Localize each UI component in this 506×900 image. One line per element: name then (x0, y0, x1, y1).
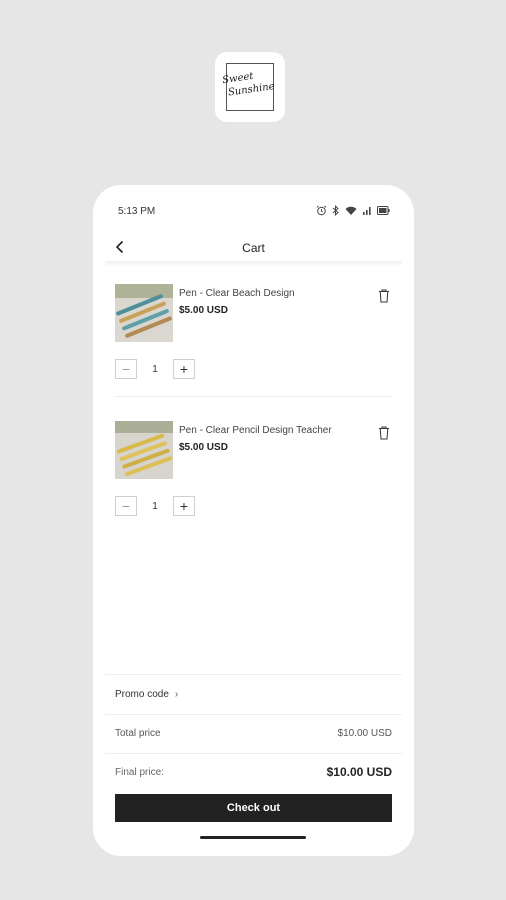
home-indicator (200, 836, 306, 839)
header-shadow (105, 261, 402, 267)
summary-divider (105, 753, 402, 754)
brand-logo: Sweet Sunshine (215, 52, 285, 122)
product-name[interactable]: Pen - Clear Pencil Design Teacher (179, 425, 332, 436)
promo-code-label: Promo code (115, 689, 169, 700)
product-image[interactable] (115, 421, 173, 479)
quantity-value: 1 (152, 500, 158, 512)
final-price-value: $10.00 USD (326, 765, 392, 779)
product-price: $5.00 USD (179, 442, 228, 453)
checkout-button[interactable]: Check out (115, 794, 392, 822)
product-image[interactable] (115, 284, 173, 342)
increase-quantity-button[interactable]: + (173, 359, 195, 379)
status-time: 5:13 PM (118, 206, 156, 217)
remove-item-button[interactable] (377, 288, 391, 304)
trash-icon (379, 289, 389, 303)
increase-quantity-button[interactable]: + (173, 496, 195, 516)
status-bar: 5:13 PM (93, 185, 414, 235)
total-price-value: $10.00 USD (337, 728, 392, 739)
wifi-icon (345, 206, 357, 216)
battery-icon (377, 206, 390, 215)
bluetooth-icon (332, 205, 340, 216)
page-title: Cart (242, 241, 265, 255)
alarm-icon (316, 205, 327, 216)
nav-bar: Cart (93, 235, 414, 263)
logo-text: Sweet Sunshine (221, 66, 284, 100)
phone-screen: 5:13 PM Cart Pen - Clear Beach Design $5… (93, 185, 414, 856)
item-divider (115, 396, 392, 397)
decrease-quantity-button[interactable]: − (115, 359, 137, 379)
summary-divider (105, 674, 402, 675)
trash-icon (379, 426, 389, 440)
product-price: $5.00 USD (179, 305, 228, 316)
remove-item-button[interactable] (377, 425, 391, 441)
product-name[interactable]: Pen - Clear Beach Design (179, 288, 295, 299)
chevron-right-icon: › (174, 689, 179, 700)
promo-code-row[interactable]: Promo code › (115, 689, 392, 700)
status-icons (316, 205, 390, 216)
quantity-value: 1 (152, 363, 158, 375)
quantity-stepper: − 1 + (115, 359, 195, 379)
quantity-stepper: − 1 + (115, 496, 195, 516)
cart-item: Pen - Clear Beach Design $5.00 USD − 1 + (115, 284, 391, 384)
signal-icon (362, 206, 372, 216)
summary-divider (105, 714, 402, 715)
decrease-quantity-button[interactable]: − (115, 496, 137, 516)
logo-frame: Sweet Sunshine (222, 63, 275, 111)
cart-item: Pen - Clear Pencil Design Teacher $5.00 … (115, 421, 391, 521)
